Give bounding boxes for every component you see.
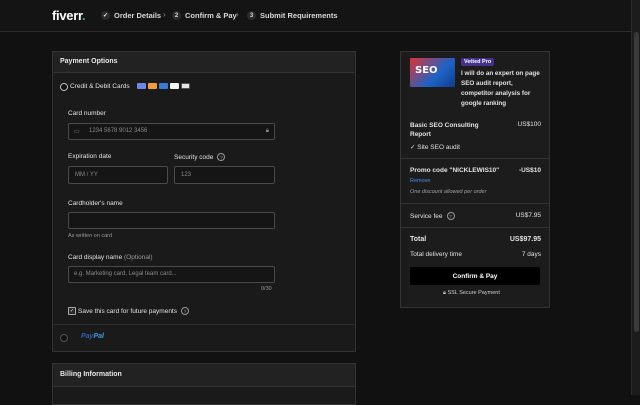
credit-card-radio[interactable] xyxy=(60,83,68,91)
remove-promo-link[interactable]: Remove xyxy=(410,178,430,184)
scroll-thumb[interactable] xyxy=(634,32,639,332)
divider xyxy=(401,227,549,228)
card-icon: ▭ xyxy=(74,129,80,135)
info-icon[interactable]: ? xyxy=(446,212,455,220)
gig-thumbnail[interactable]: SEO xyxy=(410,58,455,87)
info-icon[interactable]: ? xyxy=(217,153,226,161)
delivery-value: 7 days xyxy=(521,251,541,258)
card-brand-icon xyxy=(181,83,190,89)
card-number-placeholder: 1234 5678 9012 3456 xyxy=(89,128,148,134)
card-brand-icon xyxy=(148,83,157,89)
character-counter: 0/30 xyxy=(261,286,272,292)
security-code-label-row: Security code ? xyxy=(174,153,226,161)
paypal-logo[interactable]: PayPal xyxy=(81,333,104,340)
cardholder-hint: As written on card xyxy=(68,233,113,239)
step-order-details[interactable]: ✓ Order Details xyxy=(101,11,161,20)
lock-icon: 🔒︎ xyxy=(265,128,269,134)
ssl-secure-row: 🔒︎ SSL Secure Payment xyxy=(443,290,500,297)
security-code-placeholder: 123 xyxy=(181,172,192,178)
expiration-label: Expiration date xyxy=(68,153,112,160)
cardholder-label: Cardholder's name xyxy=(68,200,123,207)
step-number: 2 xyxy=(172,11,181,20)
optional-tag: (Optional) xyxy=(124,254,153,261)
step-submit-requirements[interactable]: 3 Submit Requirements xyxy=(247,11,338,20)
page-scrollbar[interactable] xyxy=(631,0,640,395)
billing-title: Billing Information xyxy=(60,371,122,378)
fiverr-logo[interactable]: fiverr. xyxy=(52,8,86,23)
promo-value: -US$10 xyxy=(518,167,541,174)
step-confirm-pay[interactable]: 2 Confirm & Pay xyxy=(172,11,237,20)
check-icon: ✓ xyxy=(410,144,416,151)
expiration-placeholder: MM / YY xyxy=(75,172,98,178)
card-brand-icon xyxy=(170,83,179,89)
feature-label: Site SEO audit xyxy=(417,144,460,151)
lock-icon: 🔒︎ xyxy=(443,290,446,296)
total-value: US$97.95 xyxy=(509,236,541,243)
save-card-checkbox[interactable]: ✓ xyxy=(68,307,76,315)
card-number-label: Card number xyxy=(68,110,106,117)
package-price: US$100 xyxy=(517,121,542,128)
security-code-input[interactable]: 123 xyxy=(174,166,275,184)
step-number: 3 xyxy=(247,11,256,20)
credit-card-label[interactable]: Credit & Debit Cards xyxy=(70,83,130,90)
display-name-label-row: Card display name (Optional) xyxy=(68,254,153,261)
package-name: Basic SEO Consulting Report xyxy=(410,122,479,138)
confirm-pay-button[interactable]: Confirm & Pay xyxy=(410,267,540,285)
paypal-radio[interactable] xyxy=(60,334,68,342)
panel-title: Payment Options xyxy=(60,58,118,65)
card-brand-icon xyxy=(137,83,146,89)
ssl-secure-label: SSL Secure Payment xyxy=(447,290,500,296)
service-fee-row: Service fee ? xyxy=(410,212,455,220)
display-name-label: Card display name xyxy=(68,254,123,261)
card-brand-icons xyxy=(137,83,190,89)
thumbnail-text: SEO xyxy=(415,65,438,76)
panel-header: Payment Options xyxy=(53,52,355,73)
check-icon: ✓ xyxy=(101,11,110,20)
service-fee-label: Service fee xyxy=(410,212,443,220)
security-code-label: Security code xyxy=(174,153,214,161)
divider xyxy=(401,203,549,204)
step-label: Submit Requirements xyxy=(260,11,338,20)
paypal-pal-text: Pal xyxy=(93,333,104,340)
cardholder-input[interactable] xyxy=(68,212,275,229)
payment-options-panel: Payment Options Credit & Debit Cards Car… xyxy=(52,51,356,352)
display-name-input[interactable]: e.g. Marketing card, Legal team card... xyxy=(68,266,275,283)
feature-row: ✓ Site SEO audit xyxy=(410,143,460,151)
chevron-right-icon: › xyxy=(163,10,166,19)
delivery-label: Total delivery time xyxy=(410,251,463,258)
order-summary-panel: SEO Vetted Pro I will do an expert on pa… xyxy=(400,51,550,308)
step-label: Confirm & Pay xyxy=(185,11,237,20)
divider xyxy=(401,158,549,159)
step-label: Order Details xyxy=(114,11,162,20)
vetted-pro-badge: Vetted Pro xyxy=(461,58,495,66)
display-name-placeholder: e.g. Marketing card, Legal team card... xyxy=(74,271,177,277)
chevron-right-icon: › xyxy=(236,10,239,19)
billing-information-panel: Billing Information xyxy=(52,363,356,405)
promo-note: One discount allowed per order xyxy=(410,189,487,195)
expiration-input[interactable]: MM / YY xyxy=(68,166,168,184)
divider xyxy=(53,324,355,325)
paypal-pay-text: Pay xyxy=(81,333,94,340)
card-number-input[interactable]: ▭ 1234 5678 9012 3456 🔒︎ xyxy=(68,123,275,140)
info-icon[interactable]: ? xyxy=(181,307,189,315)
save-card-label[interactable]: Save this card for future payments xyxy=(78,308,177,315)
gig-title[interactable]: I will do an expert on page SEO audit re… xyxy=(461,69,543,109)
top-header: fiverr. ✓ Order Details › 2 Confirm & Pa… xyxy=(0,0,632,32)
total-label: Total xyxy=(410,236,427,243)
card-brand-icon xyxy=(159,83,168,89)
service-fee-value: US$7.95 xyxy=(515,212,541,219)
panel-header: Billing Information xyxy=(53,364,355,387)
save-card-row: Save this card for future payments ? xyxy=(78,307,189,315)
promo-label: Promo code "NICKLEWIS10" xyxy=(410,167,500,174)
